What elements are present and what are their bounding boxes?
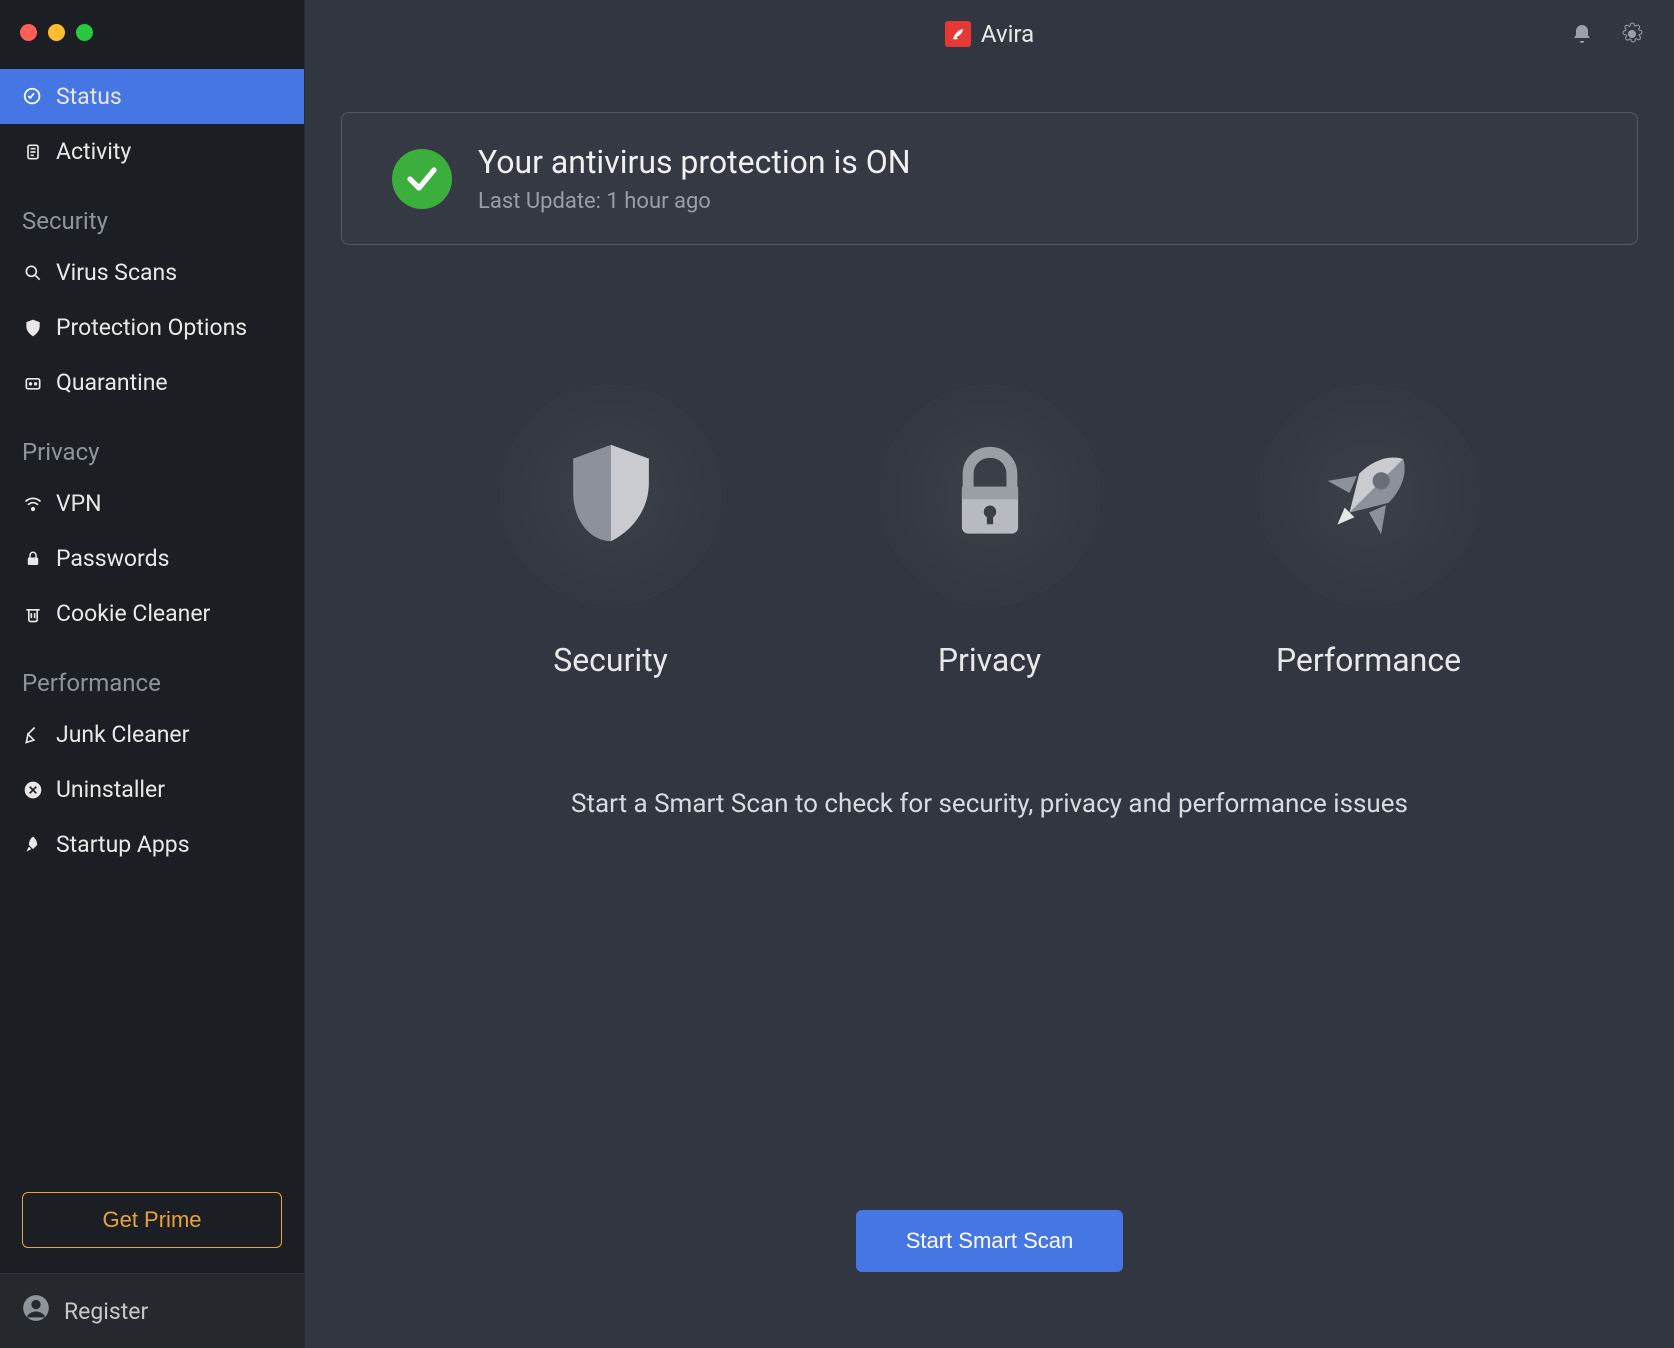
content: Your antivirus protection is ON Last Upd… <box>305 68 1674 1348</box>
sidebar-item-label: Status <box>56 83 122 110</box>
register-label: Register <box>64 1298 148 1325</box>
sidebar-item-protection-options[interactable]: Protection Options <box>0 300 304 355</box>
maximize-window-button[interactable] <box>76 24 93 41</box>
sidebar-item-status[interactable]: Status <box>0 69 304 124</box>
user-icon <box>22 1294 50 1328</box>
title-bar: Avira <box>305 0 1674 68</box>
section-title-performance: Performance <box>0 641 304 707</box>
clipboard-icon <box>22 141 44 163</box>
feature-label: Security <box>553 641 668 679</box>
lock-icon <box>940 443 1040 547</box>
feature-circle-performance <box>1259 385 1479 605</box>
status-texts: Your antivirus protection is ON Last Upd… <box>478 143 911 214</box>
sidebar-item-activity[interactable]: Activity <box>0 124 304 179</box>
status-subtitle: Last Update: 1 hour ago <box>478 189 911 214</box>
search-icon <box>22 262 44 284</box>
sidebar: Status Activity Security Virus Scans Pro <box>0 0 305 1348</box>
x-circle-icon <box>22 779 44 801</box>
sidebar-item-vpn[interactable]: VPN <box>0 476 304 531</box>
sidebar-item-label: Passwords <box>56 545 169 572</box>
feature-row: Security <box>341 385 1638 679</box>
status-icon <box>22 86 44 108</box>
rocket-small-icon <box>22 834 44 856</box>
scan-button-wrap: Start Smart Scan <box>341 1210 1638 1312</box>
app-title-text: Avira <box>981 20 1034 48</box>
shield-icon <box>556 438 666 552</box>
rocket-icon <box>1314 438 1424 552</box>
start-smart-scan-button[interactable]: Start Smart Scan <box>856 1210 1124 1272</box>
sidebar-item-label: Protection Options <box>56 314 247 341</box>
feature-circle-security <box>501 385 721 605</box>
trash-icon <box>22 603 44 625</box>
sidebar-item-uninstaller[interactable]: Uninstaller <box>0 762 304 817</box>
feature-label: Privacy <box>938 641 1041 679</box>
broom-icon <box>22 724 44 746</box>
sidebar-item-label: Activity <box>56 138 131 165</box>
sidebar-footer: Register <box>0 1273 304 1348</box>
sidebar-item-label: Junk Cleaner <box>56 721 189 748</box>
quarantine-icon <box>22 372 44 394</box>
sidebar-item-label: Startup Apps <box>56 831 190 858</box>
register-button[interactable]: Register <box>0 1274 304 1348</box>
window-controls <box>0 0 304 69</box>
sidebar-bottom: Get Prime <box>0 1192 304 1273</box>
notifications-button[interactable] <box>1570 22 1594 46</box>
feature-performance[interactable]: Performance <box>1239 385 1499 679</box>
sidebar-item-label: Virus Scans <box>56 259 177 286</box>
wifi-icon <box>22 493 44 515</box>
settings-button[interactable] <box>1620 22 1644 46</box>
feature-circle-privacy <box>880 385 1100 605</box>
shield-small-icon <box>22 317 44 339</box>
close-window-button[interactable] <box>20 24 37 41</box>
status-title: Your antivirus protection is ON <box>478 143 911 181</box>
sidebar-item-label: Cookie Cleaner <box>56 600 210 627</box>
get-prime-button[interactable]: Get Prime <box>22 1192 282 1248</box>
sidebar-item-label: Uninstaller <box>56 776 165 803</box>
sidebar-item-passwords[interactable]: Passwords <box>0 531 304 586</box>
feature-label: Performance <box>1276 641 1461 679</box>
feature-privacy[interactable]: Privacy <box>860 385 1120 679</box>
sidebar-item-virus-scans[interactable]: Virus Scans <box>0 245 304 300</box>
minimize-window-button[interactable] <box>48 24 65 41</box>
feature-security[interactable]: Security <box>481 385 741 679</box>
sidebar-nav: Status Activity Security Virus Scans Pro <box>0 69 304 1192</box>
title-bar-actions <box>1570 0 1644 68</box>
section-title-security: Security <box>0 179 304 245</box>
sidebar-item-label: VPN <box>56 490 102 517</box>
app-title: Avira <box>945 20 1034 48</box>
sidebar-item-junk-cleaner[interactable]: Junk Cleaner <box>0 707 304 762</box>
check-circle-icon <box>392 149 452 209</box>
section-title-privacy: Privacy <box>0 410 304 476</box>
main-area: Avira Your antivirus protection is ON La… <box>305 0 1674 1348</box>
scan-prompt: Start a Smart Scan to check for security… <box>341 789 1638 819</box>
sidebar-item-label: Quarantine <box>56 369 168 396</box>
sidebar-item-startup-apps[interactable]: Startup Apps <box>0 817 304 872</box>
avira-logo-icon <box>945 21 971 47</box>
status-banner: Your antivirus protection is ON Last Upd… <box>341 112 1638 245</box>
app-window: Status Activity Security Virus Scans Pro <box>0 0 1674 1348</box>
sidebar-item-quarantine[interactable]: Quarantine <box>0 355 304 410</box>
lock-small-icon <box>22 548 44 570</box>
sidebar-item-cookie-cleaner[interactable]: Cookie Cleaner <box>0 586 304 641</box>
